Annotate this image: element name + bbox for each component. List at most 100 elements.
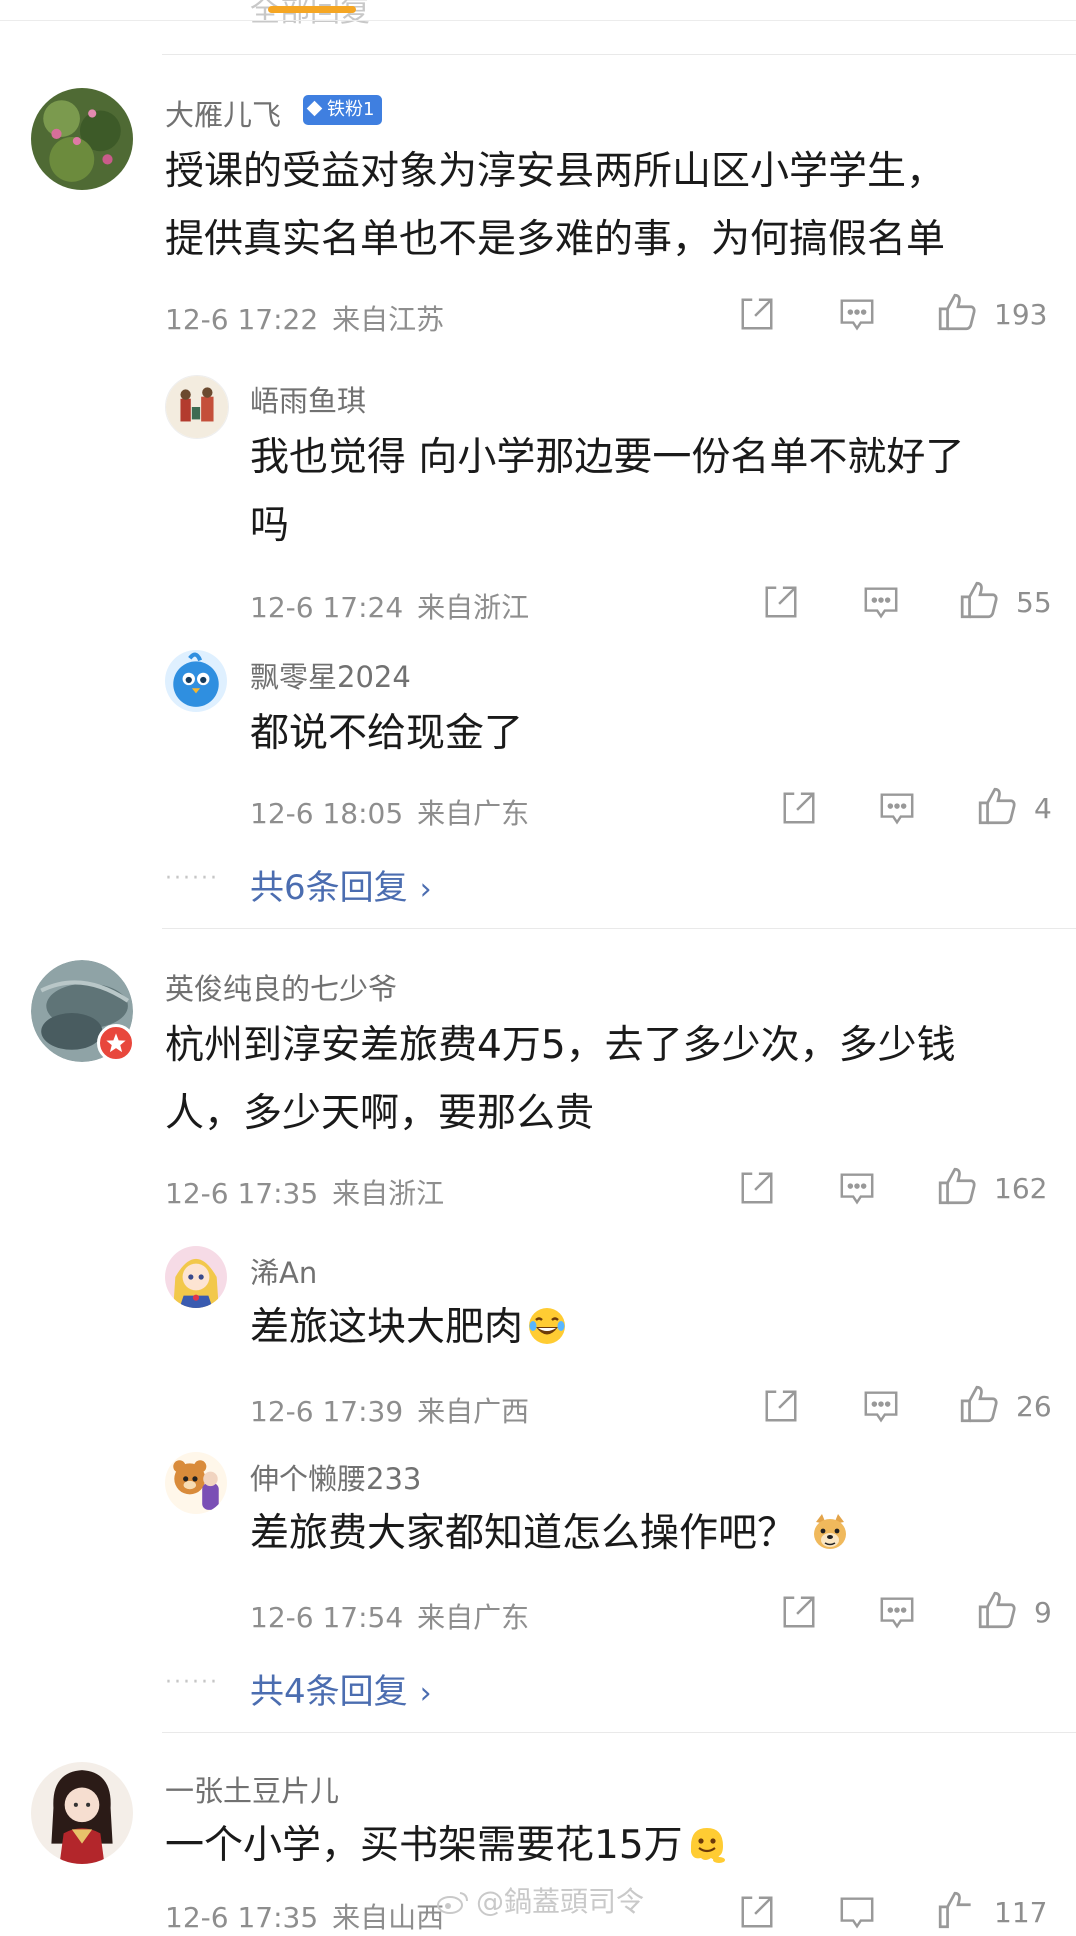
reply-icon[interactable] (838, 1169, 876, 1207)
more-dots: ······ (165, 866, 219, 891)
share-icon[interactable] (762, 1387, 800, 1425)
chevron-right-icon: › (419, 1676, 432, 1711)
reply-location: 来自广东 (417, 797, 530, 830)
reply-username[interactable]: 峿雨鱼琪 (250, 378, 366, 420)
like-count: 4 (1034, 792, 1052, 825)
reply-meta: 12-6 17:39 来自广西 (250, 1390, 529, 1430)
weibo-logo-icon (437, 1892, 468, 1914)
tab-partial-label: 全部回复 (250, 0, 370, 29)
like-icon[interactable] (936, 291, 978, 333)
share-icon[interactable] (738, 1169, 776, 1207)
avatar[interactable] (31, 960, 135, 1062)
comment-location: 来自山西 (332, 1901, 445, 1934)
avatar[interactable] (165, 1246, 227, 1308)
like-count: 55 (1016, 586, 1052, 619)
comment-username[interactable]: 大雁儿飞 (165, 92, 281, 134)
like-icon[interactable] (976, 785, 1018, 827)
comment-meta: 12-6 17:35 来自浙江 (165, 1172, 444, 1212)
like-icon[interactable] (936, 1165, 978, 1207)
reply-username[interactable]: 伸个懒腰233 (250, 1456, 421, 1498)
more-replies-label: 共4条回复 (250, 1672, 408, 1712)
like-count: 9 (1034, 1596, 1052, 1629)
like-icon[interactable] (976, 1589, 1018, 1631)
comment-text-line: 提供真实名单也不是多难的事，为何搞假名单 (165, 217, 946, 262)
reply-icon[interactable] (878, 789, 916, 827)
top-bar: 全部回复 (0, 0, 1076, 29)
reply-location: 来自广西 (417, 1395, 530, 1428)
reply-text-line: 差旅费大家都知道怎么操作吧？ (250, 1500, 850, 1568)
reply-text-line: 吗 (250, 503, 290, 548)
comment-text-line: 杭州到淳安差旅费4万5，去了多少次，多少钱 (165, 1023, 956, 1068)
avatar[interactable] (31, 1762, 133, 1864)
divider (162, 1732, 1076, 1733)
reply-username[interactable]: 浠An (250, 1250, 317, 1292)
reply-location: 来自浙江 (417, 591, 530, 624)
reply-time: 12-6 17:24 (250, 591, 404, 624)
share-icon[interactable] (780, 1593, 818, 1631)
reply-meta: 12-6 17:24 来自浙江 (250, 586, 529, 626)
divider (0, 20, 1076, 21)
watermark: @鍋蓋頭司令 (436, 1880, 644, 1920)
reply-time: 12-6 17:39 (250, 1395, 404, 1428)
avatar[interactable] (165, 650, 227, 712)
divider (162, 54, 1076, 55)
comment-meta: 12-6 17:35 来自山西 (165, 1896, 444, 1936)
like-count: 193 (994, 298, 1048, 331)
view-more-replies-link[interactable]: 共6条回复 › (250, 860, 432, 909)
diamond-icon (306, 100, 323, 117)
reply-text: 差旅这块大肥肉 (250, 1305, 524, 1350)
reply-time: 12-6 17:54 (250, 1601, 404, 1634)
avatar[interactable] (165, 1452, 227, 1514)
share-icon[interactable] (738, 1893, 776, 1931)
reply-text: 差旅费大家都知道怎么操作吧？ (250, 1511, 797, 1556)
comment-location: 来自江苏 (332, 303, 445, 336)
verified-badge-icon (97, 1024, 135, 1062)
comment-text-line: 授课的受益对象为淳安县两所山区小学学生， (165, 149, 946, 194)
laughing-tears-emoji-icon (529, 1308, 566, 1344)
chevron-right-icon: › (419, 872, 432, 907)
comment-text-line: 人，多少天啊，要那么贵 (165, 1091, 595, 1136)
melting-face-emoji-icon (690, 1828, 725, 1863)
reply-icon[interactable] (838, 1893, 876, 1931)
comment-meta: 12-6 17:22 来自江苏 (165, 298, 444, 338)
comment-time: 12-6 17:22 (165, 303, 319, 336)
reply-icon[interactable] (838, 295, 876, 333)
divider (162, 928, 1076, 929)
reply-meta: 12-6 17:54 来自广东 (250, 1596, 529, 1636)
more-dots: ······ (165, 1670, 219, 1695)
reply-icon[interactable] (862, 583, 900, 621)
comment-location: 来自浙江 (332, 1177, 445, 1210)
reply-icon[interactable] (862, 1387, 900, 1425)
more-replies-label: 共6条回复 (250, 868, 408, 908)
watermark-text: @鍋蓋頭司令 (476, 1885, 645, 1918)
like-icon[interactable] (958, 579, 1000, 621)
comment-time: 12-6 17:35 (165, 1177, 319, 1210)
reply-time: 12-6 18:05 (250, 797, 404, 830)
like-count: 26 (1016, 1390, 1052, 1423)
reply-text-line: 我也觉得 向小学那边要一份名单不就好了 (250, 435, 965, 480)
like-icon[interactable] (958, 1383, 1000, 1425)
share-icon[interactable] (762, 583, 800, 621)
view-more-replies-link[interactable]: 共4条回复 › (250, 1664, 432, 1713)
reply-username[interactable]: 飘零星2024 (250, 654, 411, 696)
reply-meta: 12-6 18:05 来自广东 (250, 792, 529, 832)
doge-emoji-icon (814, 1514, 847, 1549)
share-icon[interactable] (738, 295, 776, 333)
avatar[interactable] (165, 375, 229, 439)
comment-username[interactable]: 英俊纯良的七少爷 (165, 966, 397, 1008)
reply-text-line: 差旅这块大肥肉 (250, 1294, 567, 1362)
like-icon[interactable] (936, 1889, 978, 1931)
fan-badge: 铁粉1 (303, 95, 383, 125)
reply-text-line: 都说不给现金了 (250, 711, 524, 756)
like-count: 162 (994, 1172, 1048, 1205)
tab-indicator (268, 6, 356, 13)
comment-text-line: 一个小学，买书架需要花15万 (165, 1812, 727, 1880)
comment-text: 一个小学，买书架需要花15万 (165, 1823, 683, 1868)
share-icon[interactable] (780, 789, 818, 827)
comment-username[interactable]: 一张土豆片儿 (165, 1768, 339, 1810)
reply-location: 来自广东 (417, 1601, 530, 1634)
avatar[interactable] (31, 88, 133, 190)
reply-icon[interactable] (878, 1593, 916, 1631)
badge-label: 铁粉1 (327, 99, 375, 120)
comment-time: 12-6 17:35 (165, 1901, 319, 1934)
